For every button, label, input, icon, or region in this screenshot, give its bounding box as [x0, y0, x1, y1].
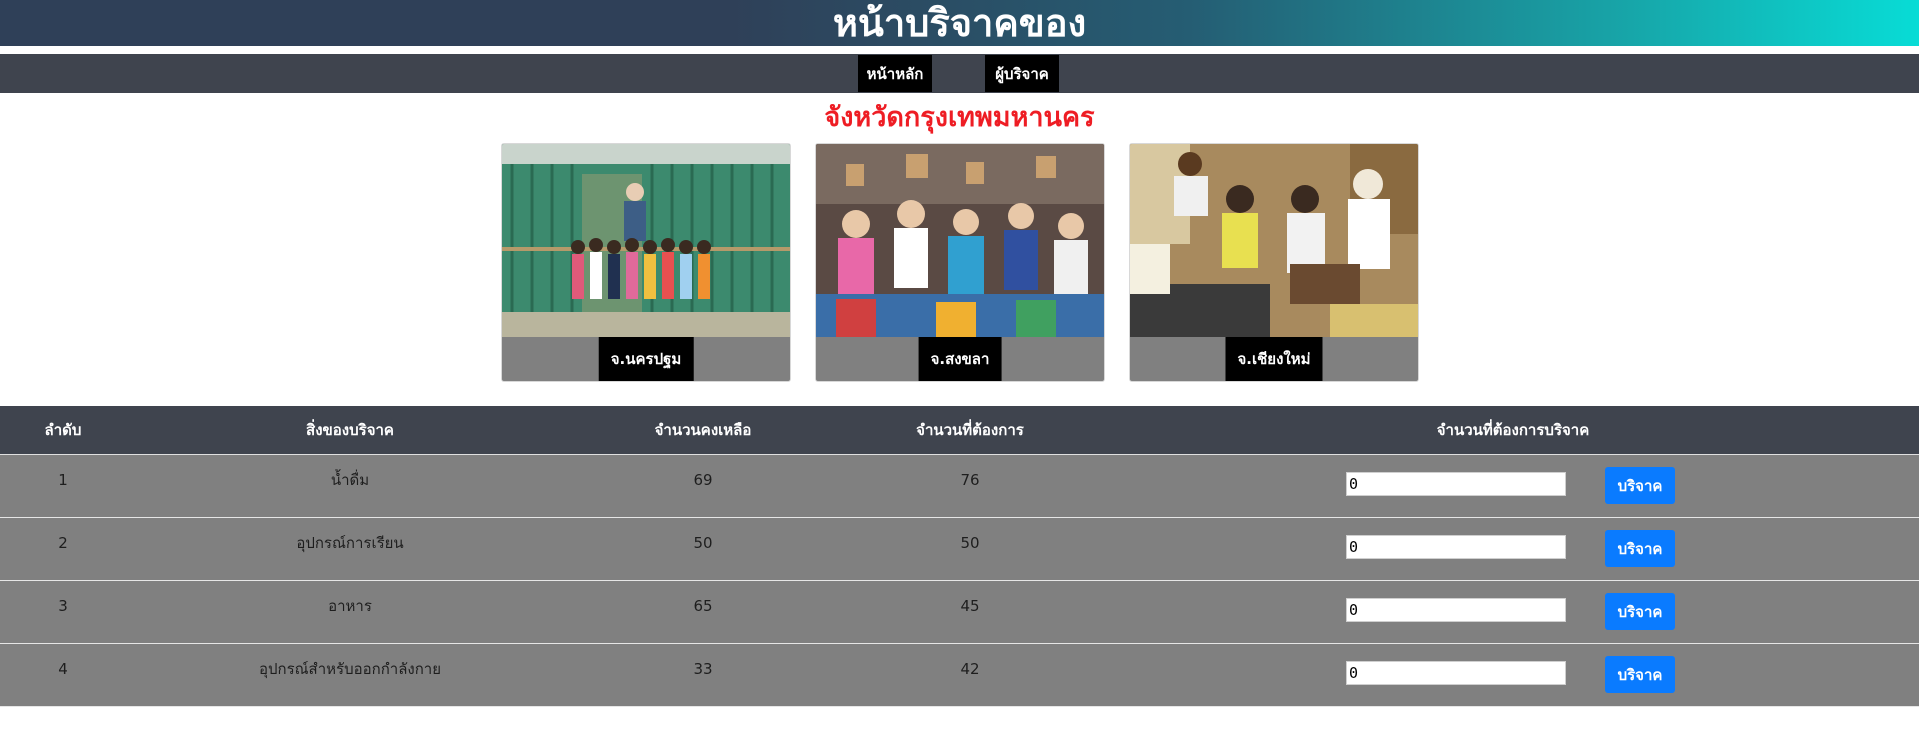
table-row: 2 อุปกรณ์การเรียน 50 50 บริจาค: [0, 518, 1919, 581]
row-remaining: 50: [693, 534, 713, 552]
row-index: 3: [58, 597, 68, 615]
row-item: อาหาร: [328, 597, 372, 615]
card-label: จ.เชียงใหม่: [1225, 337, 1323, 381]
card-photo: [1130, 144, 1418, 337]
card-photo: [502, 144, 790, 337]
column-header-donate-amount: จำนวนที่ต้องการบริจาค: [1436, 421, 1590, 439]
donate-quantity-input[interactable]: [1346, 661, 1566, 685]
column-header-remaining: จำนวนคงเหลือ: [654, 421, 752, 439]
card-label: จ.สงขลา: [918, 337, 1002, 381]
row-needed: 42: [960, 660, 980, 678]
donate-quantity-input[interactable]: [1346, 535, 1566, 559]
province-card-songkhla[interactable]: จ.สงขลา: [815, 143, 1105, 382]
donate-quantity-input[interactable]: [1346, 598, 1566, 622]
page-header: หน้าบริจาคของ: [0, 0, 1919, 46]
row-item: อุปกรณ์สำหรับออกกำลังกาย: [258, 660, 442, 678]
row-remaining: 69: [693, 471, 713, 489]
card-photo: [816, 144, 1104, 337]
province-title: จังหวัดกรุงเทพมหานคร: [824, 102, 1095, 133]
card-label: จ.นครปฐม: [598, 337, 694, 381]
column-header-index: ลำดับ: [44, 421, 82, 439]
row-needed: 50: [960, 534, 980, 552]
donate-button[interactable]: บริจาค: [1605, 530, 1675, 567]
row-index: 2: [58, 534, 68, 552]
table-row: 1 น้ำดื่ม 69 76 บริจาค: [0, 455, 1919, 518]
row-item: น้ำดื่ม: [330, 471, 370, 489]
column-header-item: สิ่งของบริจาค: [306, 421, 394, 439]
row-index: 4: [58, 660, 68, 678]
donate-quantity-input[interactable]: [1346, 472, 1566, 496]
column-header-needed: จำนวนที่ต้องการ: [916, 421, 1024, 439]
province-card-chiang-mai[interactable]: จ.เชียงใหม่: [1129, 143, 1419, 382]
table-row: 4 อุปกรณ์สำหรับออกกำลังกาย 33 42 บริจาค: [0, 644, 1919, 707]
row-needed: 45: [960, 597, 980, 615]
navbar: หน้าหลัก ผู้บริจาค: [0, 54, 1919, 93]
donate-button[interactable]: บริจาค: [1605, 656, 1675, 693]
page-title: หน้าบริจาคของ: [832, 1, 1087, 45]
donate-button[interactable]: บริจาค: [1605, 593, 1675, 630]
row-item: อุปกรณ์การเรียน: [296, 534, 404, 552]
row-index: 1: [58, 471, 68, 489]
nav-home-button[interactable]: หน้าหลัก: [858, 55, 932, 92]
donate-button[interactable]: บริจาค: [1605, 467, 1675, 504]
province-card-nakhon-pathom[interactable]: จ.นครปฐม: [501, 143, 791, 382]
table-row: 3 อาหาร 65 45 บริจาค: [0, 581, 1919, 644]
row-needed: 76: [960, 471, 980, 489]
table-header: ลำดับ สิ่งของบริจาค จำนวนคงเหลือ จำนวนที…: [0, 406, 1919, 455]
row-remaining: 65: [693, 597, 713, 615]
row-remaining: 33: [693, 660, 713, 678]
nav-donors-button[interactable]: ผู้บริจาค: [985, 55, 1059, 92]
